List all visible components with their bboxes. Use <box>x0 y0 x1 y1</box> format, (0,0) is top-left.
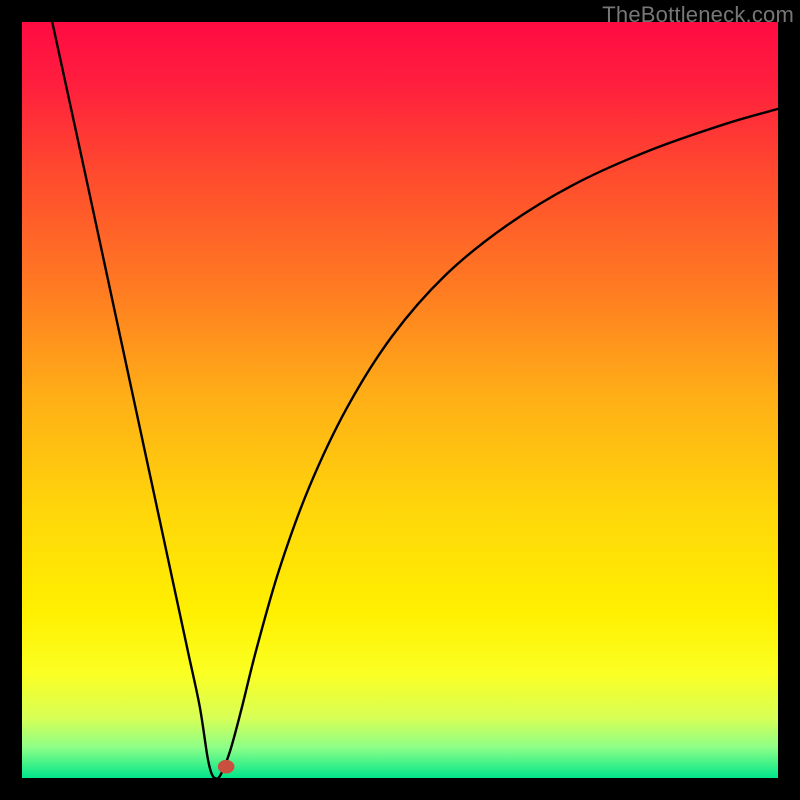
gradient-background <box>22 22 778 778</box>
chart-frame: TheBottleneck.com <box>0 0 800 800</box>
chart-plot-area <box>22 22 778 778</box>
chart-svg <box>22 22 778 778</box>
watermark-label: TheBottleneck.com <box>602 2 794 28</box>
optimum-marker-icon <box>218 760 235 774</box>
